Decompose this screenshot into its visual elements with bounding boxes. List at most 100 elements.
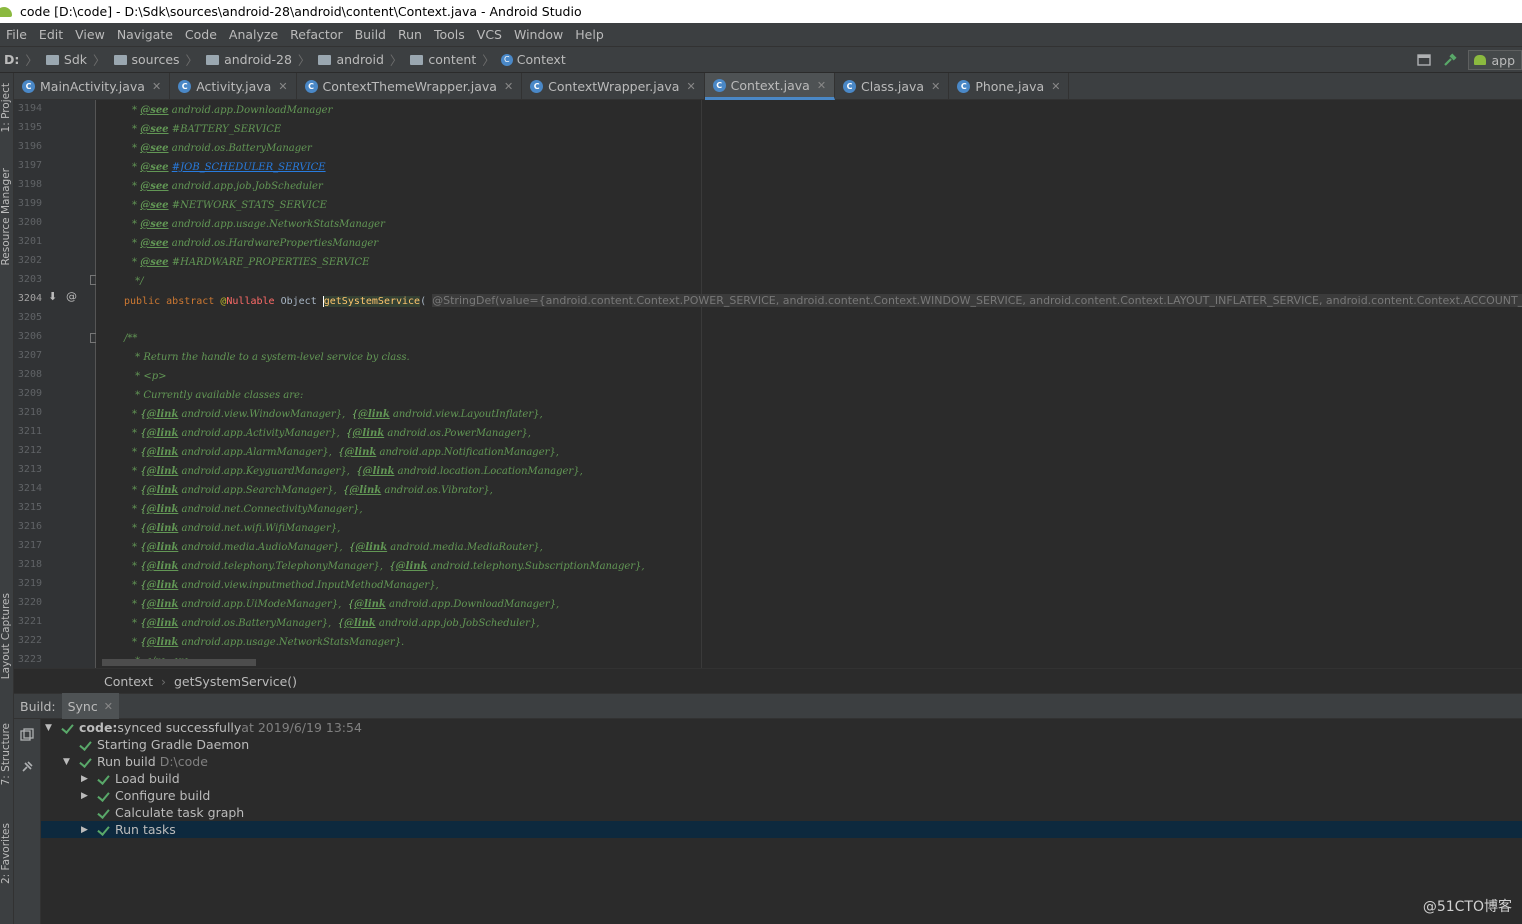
breadcrumb-item[interactable]: 〉 Sdk	[19, 50, 87, 69]
breadcrumb-item[interactable]: 〉 android	[292, 50, 384, 69]
close-tab-icon[interactable]: ✕	[504, 80, 513, 93]
menu-item-build[interactable]: Build	[349, 27, 392, 42]
close-tab-icon[interactable]: ✕	[1051, 80, 1060, 93]
line-number: 3200	[17, 217, 42, 228]
close-icon[interactable]: ✕	[104, 700, 113, 713]
javadoc-link-target: android.media.AudioManager},	[178, 542, 343, 553]
javadoc-open: /**	[124, 333, 138, 344]
menu-item-vcs[interactable]: VCS	[471, 27, 508, 42]
javadoc-text: #HARDWARE_PROPERTIES_SERVICE	[168, 257, 370, 268]
breadcrumb-method[interactable]: getSystemService()	[174, 674, 297, 689]
menu-item-window[interactable]: Window	[508, 27, 569, 42]
line-number: 3208	[17, 369, 42, 380]
javadoc-link-tag: @link	[146, 428, 179, 439]
javadoc-link-target: android.os.BatteryManager},	[178, 618, 332, 629]
build-tree-item[interactable]: ▶ Configure build	[41, 787, 1522, 804]
line-number: 3212	[17, 445, 42, 456]
editor-tab-phone[interactable]: C Phone.java ✕	[949, 73, 1070, 100]
build-item-detail: at 2019/6/19 13:54	[241, 720, 362, 735]
breadcrumb-separator-icon: 〉	[185, 53, 199, 68]
editor-tab-class[interactable]: C Class.java ✕	[835, 73, 950, 100]
breadcrumb-item[interactable]: 〉 content	[384, 50, 476, 69]
expand-toggle-icon[interactable]: ▶	[81, 774, 91, 784]
tool-window-1-project[interactable]: 1: Project	[0, 83, 14, 132]
editor-tab-contextthemewrapper[interactable]: C ContextThemeWrapper.java ✕	[297, 73, 523, 100]
javadoc-link-target: android.net.wifi.WifiManager},	[178, 523, 341, 534]
menu-item-refactor[interactable]: Refactor	[284, 27, 348, 42]
code-editor[interactable]: * @see android.app.DownloadManager * @see…	[96, 100, 1522, 668]
editor-tab-context[interactable]: C Context.java ✕	[704, 73, 836, 100]
editor-tab-activity[interactable]: C Activity.java ✕	[170, 73, 297, 100]
tool-window-layout-captures[interactable]: Layout Captures	[0, 593, 14, 679]
editor-tab-bar: C MainActivity.java ✕ C Activity.java ✕ C Conte…	[14, 73, 1522, 100]
build-tree-item[interactable]: Calculate task graph	[41, 804, 1522, 821]
javadoc-link-tag: @link	[146, 618, 179, 629]
close-tab-icon[interactable]: ✕	[278, 80, 287, 93]
menu-item-view[interactable]: View	[69, 27, 111, 42]
breadcrumb-drive-label: D:	[4, 52, 20, 67]
close-tab-icon[interactable]: ✕	[817, 79, 826, 92]
editor-tab-contextwrapper[interactable]: C ContextWrapper.java ✕	[522, 73, 705, 100]
tab-sync[interactable]: Sync ✕	[61, 693, 119, 719]
tab-label: ContextThemeWrapper.java	[322, 79, 497, 94]
hammer-icon[interactable]	[1442, 52, 1458, 68]
tool-window-resource-manager[interactable]: Resource Manager	[0, 168, 14, 266]
keyword-public: public	[124, 296, 161, 307]
menu-item-file[interactable]: File	[0, 27, 33, 42]
build-tree-item[interactable]: ▶ Load build	[41, 770, 1522, 787]
menu-item-code[interactable]: Code	[179, 27, 223, 42]
breadcrumb-label: android-28	[224, 52, 292, 67]
tool-window-7-structure[interactable]: 7: Structure	[0, 723, 14, 785]
build-tree-item[interactable]: Starting Gradle Daemon	[41, 736, 1522, 753]
javadoc-link-tag: @link	[146, 485, 179, 496]
close-tab-icon[interactable]: ✕	[152, 80, 161, 93]
javadoc-link-tag: @link	[146, 466, 179, 477]
expand-toggle-icon[interactable]: ▼	[45, 723, 55, 733]
breadcrumb-class[interactable]: 〉 C Context	[476, 50, 565, 69]
build-tree-item[interactable]: ▼ code: synced successfully at 2019/6/19 …	[41, 719, 1522, 736]
breadcrumb-label: Sdk	[63, 52, 87, 67]
menu-item-analyze[interactable]: Analyze	[223, 27, 284, 42]
code-line: * {@link android.media.AudioManager}, {@…	[132, 542, 543, 553]
annotation-at-icon[interactable]: @	[66, 290, 77, 303]
close-tab-icon[interactable]: ✕	[686, 80, 695, 93]
tool-window-2-favorites[interactable]: 2: Favorites	[0, 823, 14, 884]
expand-toggle-icon[interactable]: ▼	[63, 757, 73, 767]
horizontal-scrollbar[interactable]	[102, 659, 256, 666]
pin-icon[interactable]	[19, 759, 35, 775]
menu-item-help[interactable]: Help	[569, 27, 610, 42]
line-number: 3195	[17, 122, 42, 133]
breadcrumb-drive[interactable]: D:	[4, 52, 19, 67]
code-line: * {@link android.os.BatteryManager}, {@l…	[132, 618, 540, 629]
javadoc-link-tag: @link	[343, 618, 376, 629]
layout-icon[interactable]	[1416, 52, 1432, 68]
breadcrumb-class[interactable]: Context	[104, 674, 153, 689]
restore-layout-icon[interactable]	[19, 727, 35, 743]
menu-item-run[interactable]: Run	[392, 27, 428, 42]
run-configuration-select[interactable]: app	[1468, 50, 1522, 70]
success-check-icon	[79, 755, 92, 768]
menu-item-tools[interactable]: Tools	[428, 27, 471, 42]
expand-toggle-icon[interactable]: ▶	[81, 825, 91, 835]
javadoc-link-target: android.view.LayoutInflater},	[389, 409, 543, 420]
javadoc-link-tag: @link	[146, 409, 179, 420]
line-number: 3198	[17, 179, 42, 190]
build-tree-item[interactable]: ▶ Run tasks	[41, 821, 1522, 838]
folder-icon	[113, 54, 127, 65]
implemented-arrow-icon[interactable]: ⬇	[48, 290, 57, 303]
folder-icon	[45, 54, 59, 65]
build-tree-item[interactable]: ▼ Run build D:\code	[41, 753, 1522, 770]
menu-item-navigate[interactable]: Navigate	[111, 27, 179, 42]
expand-toggle-icon[interactable]: ▶	[81, 791, 91, 801]
menu-item-edit[interactable]: Edit	[33, 27, 69, 42]
line-number: 3220	[17, 597, 42, 608]
code-line: * {@link android.app.usage.NetworkStatsM…	[132, 637, 405, 648]
breadcrumb-label: android	[336, 52, 384, 67]
breadcrumb-item[interactable]: 〉 sources	[87, 50, 180, 69]
editor-tab-mainactivity[interactable]: C MainActivity.java ✕	[14, 73, 171, 100]
javadoc-link-tag: @link	[349, 485, 382, 496]
breadcrumb-item[interactable]: 〉 android-28	[180, 50, 292, 69]
close-tab-icon[interactable]: ✕	[931, 80, 940, 93]
javadoc-link-target: android.app.SearchManager},	[178, 485, 337, 496]
code-line: * {@link android.app.ActivityManager}, {…	[132, 428, 531, 439]
